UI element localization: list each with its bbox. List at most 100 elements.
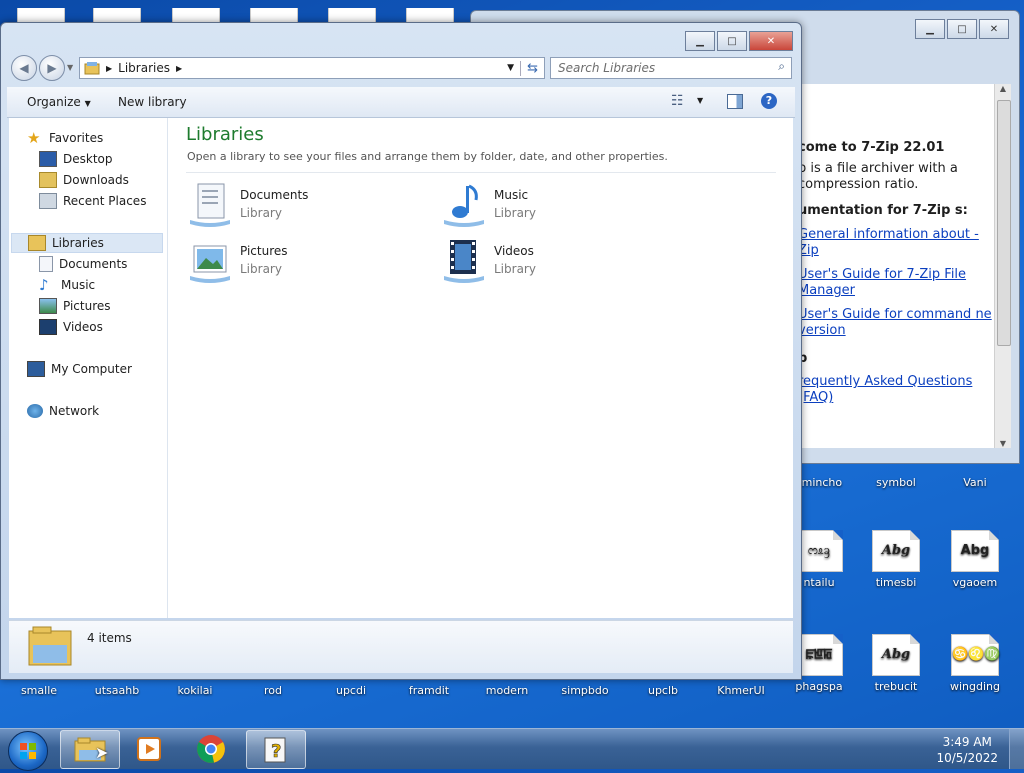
content-pane: Libraries Open a library to see your fil…	[168, 118, 793, 618]
font-file-icon: Abg	[872, 530, 920, 572]
font-file-icon: ꡀꡁꡂ	[795, 634, 843, 676]
help-icon[interactable]: ?	[761, 93, 777, 109]
help-link[interactable]: General information about -Zip	[798, 227, 994, 259]
taskbar-media-player-button[interactable]	[120, 730, 178, 767]
desktop-icon-label[interactable]: modern	[472, 684, 542, 697]
address-dropdown-icon[interactable]: ▼	[507, 63, 514, 73]
show-desktop-button[interactable]	[1009, 729, 1024, 769]
libraries-icon	[28, 235, 46, 251]
desktop-file-icon[interactable]	[172, 8, 220, 23]
help-paragraph: p is a file archiver with a compression …	[798, 161, 958, 192]
desktop-icon-label[interactable]: smalle	[4, 684, 74, 697]
scroll-up-icon[interactable]: ▲	[995, 84, 1011, 93]
desktop-icon[interactable]: Vani	[940, 462, 1010, 489]
nav-network[interactable]: Network	[27, 401, 99, 421]
desktop-icon[interactable]: symbol	[861, 462, 931, 489]
preview-pane-icon[interactable]	[727, 94, 743, 109]
nav-pictures[interactable]: Pictures	[39, 296, 111, 316]
desktop-icon-label[interactable]: KhmerUI	[706, 684, 776, 697]
nav-videos[interactable]: Videos	[39, 317, 103, 337]
breadcrumb-separator-icon[interactable]: ▶	[106, 64, 112, 73]
taskbar: ➤ ? 3:49 AM 10/5/2022	[0, 728, 1024, 771]
view-options-icon[interactable]: ☷	[671, 93, 684, 109]
desktop-file-icon[interactable]	[328, 8, 376, 23]
search-box[interactable]: Search Libraries ⌕	[550, 57, 792, 79]
library-music[interactable]: Music Library	[440, 180, 536, 228]
recent-pages-icon[interactable]: ▼	[67, 63, 73, 72]
system-clock[interactable]: 3:49 AM 10/5/2022	[936, 734, 998, 766]
nav-desktop[interactable]: Desktop	[39, 149, 113, 169]
nav-recent-places[interactable]: Recent Places	[39, 191, 146, 211]
maximize-button[interactable]: □	[947, 19, 977, 39]
scroll-thumb[interactable]	[997, 100, 1011, 346]
organize-label: Organize	[27, 95, 81, 109]
chevron-down-icon[interactable]: ▼	[697, 96, 703, 105]
start-button[interactable]	[8, 731, 48, 771]
address-bar[interactable]: ▶ Libraries ▶ ▼ ⇆	[79, 57, 545, 79]
library-videos[interactable]: Videos Library	[440, 236, 536, 284]
help-heading: p	[798, 351, 808, 366]
desktop-icon[interactable]: Abg trebucit	[861, 634, 931, 693]
nav-downloads[interactable]: Downloads	[39, 170, 129, 190]
nav-documents[interactable]: Documents	[39, 254, 127, 274]
nav-favorites[interactable]: ★ Favorites	[27, 128, 103, 148]
close-button[interactable]: ✕	[749, 31, 793, 51]
help-link[interactable]: requently Asked Questions (FAQ)	[798, 374, 994, 406]
nav-my-computer[interactable]: My Computer	[27, 359, 132, 379]
organize-button[interactable]: Organize ▼	[27, 95, 91, 109]
taskbar-chrome-button[interactable]	[182, 730, 240, 767]
font-file-icon: Abg	[951, 530, 999, 572]
desktop-file-icon[interactable]	[93, 8, 141, 23]
desktop-file-icon[interactable]	[406, 8, 454, 23]
close-button[interactable]: ✕	[979, 19, 1009, 39]
cursor-icon: ➤	[95, 743, 109, 762]
chrome-icon	[197, 734, 225, 763]
desktop-icon-label[interactable]: kokilai	[160, 684, 230, 697]
libraries-icon	[84, 62, 100, 75]
help-heading: come to 7-Zip 22.01	[798, 140, 945, 155]
scroll-down-icon[interactable]: ▼	[995, 439, 1011, 448]
taskbar-help-button[interactable]: ?	[246, 730, 306, 769]
desktop-icon[interactable]: ♋♌♍ wingding	[940, 634, 1010, 693]
maximize-button[interactable]: □	[717, 31, 747, 51]
breadcrumb-separator-icon[interactable]: ▶	[176, 64, 182, 73]
library-pictures[interactable]: Pictures Library	[186, 236, 288, 284]
divider	[186, 172, 776, 173]
minimize-button[interactable]: ▁	[685, 31, 715, 51]
breadcrumb[interactable]: Libraries	[118, 61, 170, 75]
library-documents[interactable]: Documents Library	[186, 180, 308, 228]
desktop-file-icon[interactable]	[250, 8, 298, 23]
navigation-pane: ★ Favorites Desktop Downloads Recent Pla…	[9, 118, 168, 618]
desktop-icon[interactable]: Abg vgaoem	[940, 530, 1010, 589]
explorer-window[interactable]: ▁ □ ✕ ◀ ▶ ▼ ▶ Libraries ▶ ▼ ⇆ Search Lib…	[0, 22, 802, 680]
help-link[interactable]: User's Guide for 7-Zip File Manager	[798, 267, 994, 299]
desktop-icon-label[interactable]: rod	[238, 684, 308, 697]
search-icon[interactable]: ⌕	[778, 59, 785, 74]
help-link[interactable]: User's Guide for command ne version	[798, 307, 994, 339]
forward-button[interactable]: ▶	[39, 55, 65, 81]
nav-music[interactable]: ♪ Music	[39, 275, 95, 295]
search-input[interactable]: Search Libraries	[558, 61, 655, 75]
back-button[interactable]: ◀	[11, 55, 37, 81]
refresh-icon[interactable]: ⇆	[520, 60, 544, 76]
music-library-icon	[444, 184, 484, 227]
desktop-icon-label[interactable]: simpbdo	[550, 684, 620, 697]
desktop-icon-label[interactable]: upcdi	[316, 684, 386, 697]
new-library-button[interactable]: New library	[118, 95, 187, 109]
pictures-library-icon	[190, 245, 230, 283]
desktop-file-icon[interactable]	[17, 8, 65, 23]
desktop-icon-label[interactable]: utsaahb	[82, 684, 152, 697]
desktop-icon[interactable]: Abg timesbi	[861, 530, 931, 589]
desktop-icon-label[interactable]: upclb	[628, 684, 698, 697]
minimize-button[interactable]: ▁	[915, 19, 945, 39]
taskbar-explorer-button[interactable]: ➤	[60, 730, 120, 769]
help-document-icon: ?	[264, 737, 286, 762]
downloads-icon	[39, 172, 57, 188]
nav-libraries[interactable]: Libraries	[11, 233, 163, 253]
desktop-icon	[39, 151, 57, 167]
pictures-icon	[39, 298, 57, 314]
videos-library-icon	[444, 240, 484, 283]
music-icon: ♪	[39, 276, 49, 294]
help-scrollbar[interactable]: ▲ ▼	[994, 84, 1011, 448]
desktop-icon-label[interactable]: framdit	[394, 684, 464, 697]
